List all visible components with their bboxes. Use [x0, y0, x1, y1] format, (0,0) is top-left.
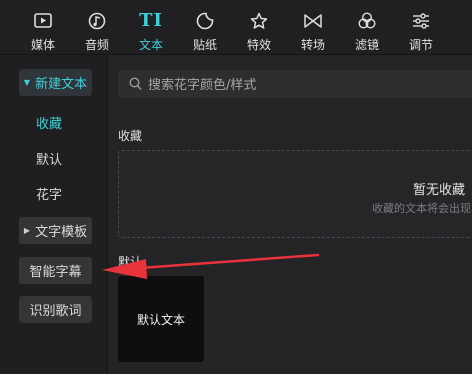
tab-text[interactable]: TI 文本 — [123, 0, 179, 54]
new-text-button[interactable]: ▼ 新建文本 — [19, 69, 92, 96]
tab-stickers-label: 贴纸 — [192, 38, 217, 52]
tab-audio[interactable]: 音频 — [69, 0, 125, 54]
sidebar-item-favorites[interactable]: 收藏 — [36, 113, 62, 132]
tab-effects-label: 特效 — [246, 38, 271, 52]
text-templates-button[interactable]: ▶ 文字模板 — [19, 217, 92, 244]
tab-effects[interactable]: 特效 — [231, 0, 287, 54]
tab-adjust[interactable]: 调节 — [393, 0, 449, 54]
recognize-lyrics-button[interactable]: 识别歌词 — [19, 296, 92, 323]
favorites-hint-text: 收藏的文本将会出现 — [372, 202, 471, 215]
tab-filters[interactable]: 滤镜 — [339, 0, 395, 54]
sticker-icon — [196, 12, 214, 30]
tab-transitions-label: 转场 — [300, 38, 325, 52]
effects-icon — [250, 12, 268, 29]
tab-filters-label: 滤镜 — [354, 38, 379, 52]
favorites-section-title: 收藏 — [118, 129, 143, 143]
sidebar-item-fancy-text[interactable]: 花字 — [36, 184, 62, 203]
caret-down-icon: ▼ — [23, 78, 31, 87]
tab-audio-label: 音频 — [84, 38, 109, 52]
recognize-lyrics-label: 识别歌词 — [29, 304, 82, 319]
adjust-icon — [413, 13, 429, 29]
search-icon — [129, 77, 142, 90]
smart-subtitles-label: 智能字幕 — [29, 265, 82, 280]
default-text-preset-label: 默认文本 — [136, 313, 185, 327]
tab-media[interactable]: 媒体 — [15, 0, 71, 54]
transition-icon — [304, 14, 322, 28]
tab-adjust-label: 调节 — [408, 38, 433, 52]
tab-transitions[interactable]: 转场 — [285, 0, 341, 54]
search-input[interactable] — [146, 74, 450, 96]
tab-text-label: 文本 — [138, 38, 163, 52]
search-bar[interactable] — [118, 70, 472, 98]
sidebar-item-default[interactable]: 默认 — [36, 149, 62, 168]
text-icon: TI — [139, 10, 163, 31]
text-category-sidebar: ▼ 新建文本 收藏 默认 花字 ▶ 文字模板 智能字幕 识别歌词 — [0, 55, 108, 374]
audio-icon — [88, 12, 106, 30]
filter-icon — [358, 12, 376, 29]
media-icon — [34, 13, 52, 28]
favorites-empty-text: 暂无收藏 — [413, 183, 466, 198]
new-text-label: 新建文本 — [35, 77, 88, 92]
media-toolbar: 媒体 音频 TI 文本 贴纸 特效 转场 滤镜 调节 — [0, 0, 472, 55]
text-templates-label: 文字模板 — [35, 225, 88, 240]
caret-right-icon: ▶ — [23, 226, 31, 235]
tab-media-label: 媒体 — [30, 38, 55, 52]
default-text-preset-card[interactable]: 默认文本 — [118, 276, 204, 362]
tab-stickers[interactable]: 贴纸 — [177, 0, 233, 54]
default-section-title: 默认 — [118, 255, 143, 269]
smart-subtitles-button[interactable]: 智能字幕 — [19, 257, 92, 284]
